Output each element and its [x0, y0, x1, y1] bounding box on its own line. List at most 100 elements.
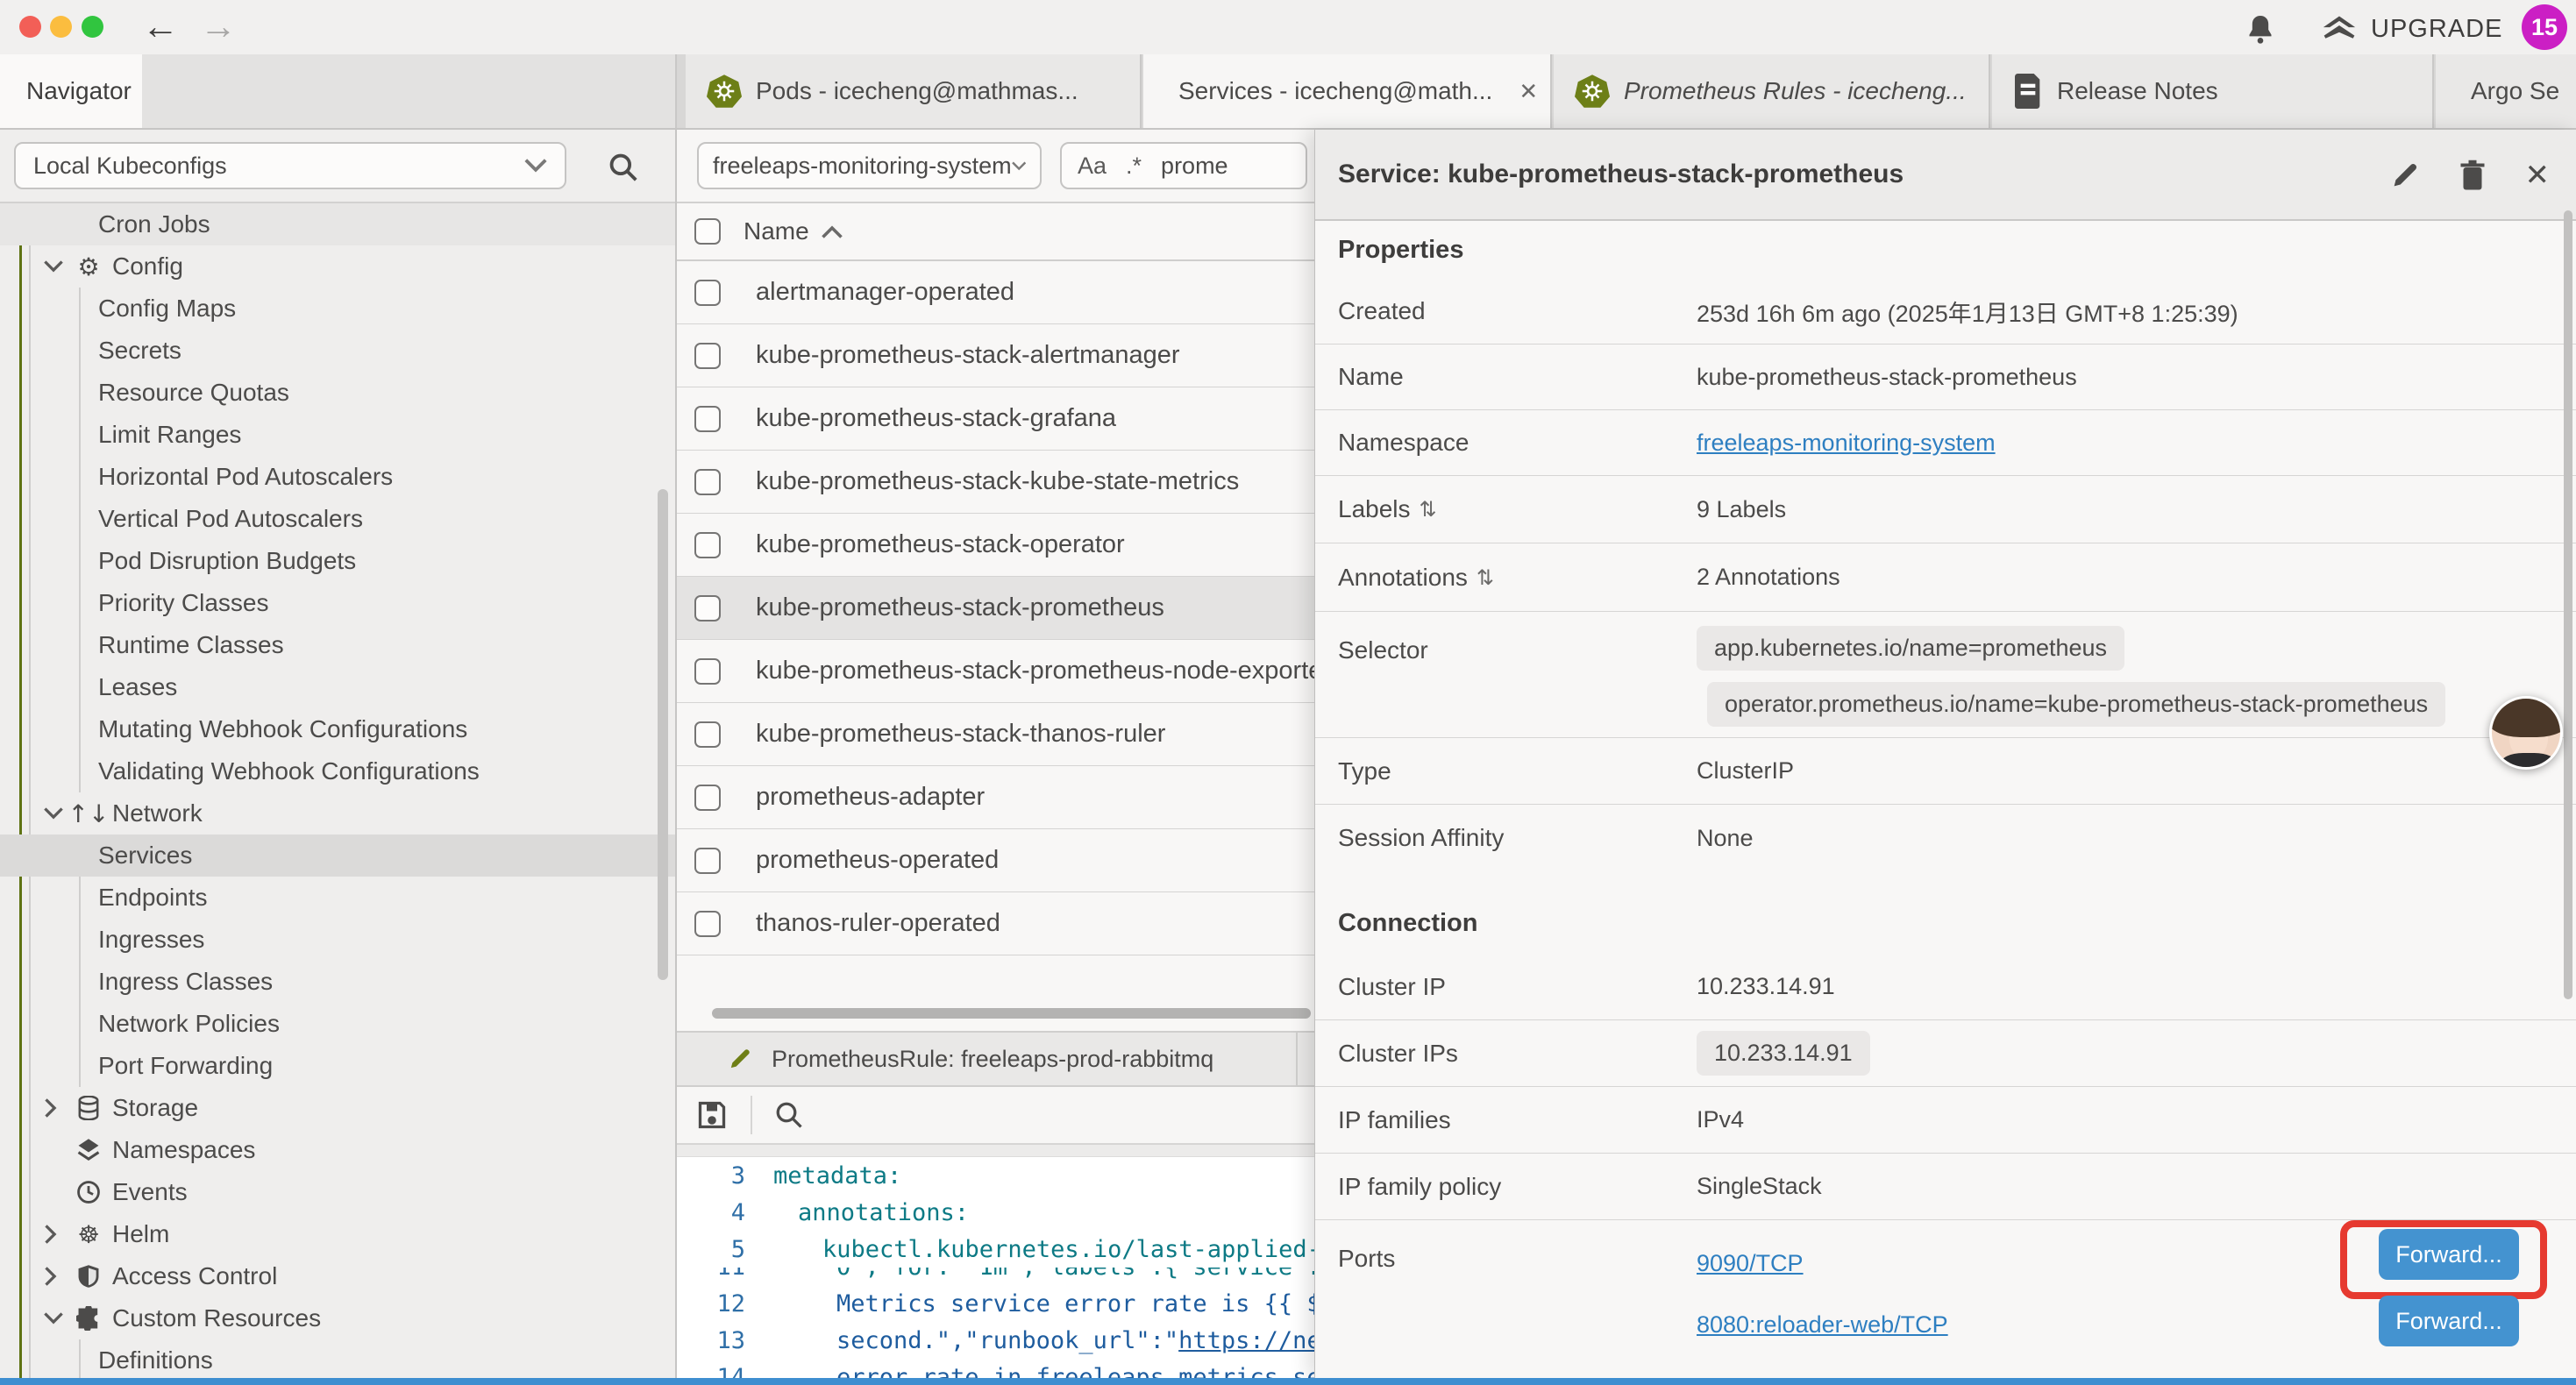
- sidebar-item-port-forwarding[interactable]: Port Forwarding: [0, 1045, 675, 1087]
- horizontal-scrollbar[interactable]: [712, 1008, 1311, 1019]
- tab-services[interactable]: Services - icecheng@math... ✕: [1143, 54, 1552, 128]
- save-icon[interactable]: [696, 1099, 728, 1131]
- service-row[interactable]: alertmanager-operated: [677, 261, 1314, 324]
- row-checkbox[interactable]: [694, 911, 721, 937]
- tab-release-notes[interactable]: Release Notes: [1992, 54, 2434, 128]
- service-row[interactable]: prometheus-adapter: [677, 766, 1314, 829]
- editor-tab-next[interactable]: [1301, 1033, 1314, 1085]
- list-search-input[interactable]: Aa .* prome: [1060, 142, 1307, 189]
- chevron-expanded-icon[interactable]: [44, 806, 63, 820]
- chevron-collapsed-icon[interactable]: [44, 1267, 58, 1286]
- service-row[interactable]: kube-prometheus-stack-prometheus-node-ex…: [677, 640, 1314, 703]
- user-avatar[interactable]: [2489, 696, 2563, 770]
- sidebar-item-config-maps[interactable]: Config Maps: [0, 288, 675, 330]
- sidebar-search-icon[interactable]: [607, 151, 640, 184]
- sidebar-item-leases[interactable]: Leases: [0, 666, 675, 708]
- tab-argo[interactable]: Argo Se: [2436, 54, 2576, 128]
- namespace-select[interactable]: freeleaps-monitoring-system: [697, 142, 1042, 189]
- name-column-header[interactable]: Name: [744, 217, 809, 245]
- row-checkbox[interactable]: [694, 658, 721, 685]
- row-checkbox[interactable]: [694, 469, 721, 495]
- row-checkbox[interactable]: [694, 848, 721, 874]
- sidebar-item-services[interactable]: Services: [0, 835, 675, 877]
- sidebar-item-helm[interactable]: ☸ Helm: [0, 1213, 675, 1255]
- service-row[interactable]: kube-prometheus-stack-grafana: [677, 387, 1314, 451]
- editor-search-icon[interactable]: [773, 1099, 805, 1131]
- zoom-window-button[interactable]: [82, 16, 103, 38]
- service-row[interactable]: thanos-ruler-operated: [677, 892, 1314, 955]
- detail-scrollbar[interactable]: [2564, 210, 2572, 999]
- sidebar-item-config[interactable]: ⚙ Config: [0, 245, 675, 288]
- sidebar-item-limit-ranges[interactable]: Limit Ranges: [0, 414, 675, 456]
- sidebar-item-runtime-classes[interactable]: Runtime Classes: [0, 624, 675, 666]
- sidebar-item-horizontal-pod-autoscalers[interactable]: Horizontal Pod Autoscalers: [0, 456, 675, 498]
- update-count-badge[interactable]: 15: [2522, 4, 2567, 50]
- sidebar-item-secrets[interactable]: Secrets: [0, 330, 675, 372]
- forward-button-9090[interactable]: Forward...: [2379, 1229, 2519, 1280]
- sidebar-item-resource-quotas[interactable]: Resource Quotas: [0, 372, 675, 414]
- regex-toggle[interactable]: .*: [1126, 153, 1142, 180]
- sidebar-item-network-policies[interactable]: Network Policies: [0, 1003, 675, 1045]
- sidebar-item-cron-jobs[interactable]: Cron Jobs: [0, 203, 675, 245]
- row-checkbox[interactable]: [694, 343, 721, 369]
- row-checkbox[interactable]: [694, 785, 721, 811]
- sidebar-item-ingresses[interactable]: Ingresses: [0, 919, 675, 961]
- sidebar-item-access-control[interactable]: Access Control: [0, 1255, 675, 1297]
- match-case-toggle[interactable]: Aa: [1078, 153, 1107, 180]
- row-checkbox[interactable]: [694, 721, 721, 748]
- service-row[interactable]: kube-prometheus-stack-operator: [677, 514, 1314, 577]
- chevron-collapsed-icon[interactable]: [44, 1098, 58, 1118]
- close-panel-icon[interactable]: ✕: [2525, 158, 2551, 193]
- service-row[interactable]: kube-prometheus-stack-thanos-ruler: [677, 703, 1314, 766]
- sidebar-item-custom-resources[interactable]: Custom Resources: [0, 1297, 675, 1339]
- chevron-collapsed-icon[interactable]: [44, 1225, 58, 1244]
- chevron-expanded-icon[interactable]: [44, 1311, 63, 1325]
- forward-arrow-icon[interactable]: →: [200, 5, 237, 47]
- sidebar-item-namespaces[interactable]: Namespaces: [0, 1129, 675, 1171]
- expand-arrows-icon[interactable]: ⇅: [1420, 497, 1437, 522]
- sidebar-item-endpoints[interactable]: Endpoints: [0, 877, 675, 919]
- select-all-checkbox[interactable]: [694, 218, 721, 245]
- chevron-expanded-icon[interactable]: [44, 259, 63, 273]
- namespace-link[interactable]: freeleaps-monitoring-system: [1697, 430, 1996, 456]
- tab-prometheus-rules[interactable]: Prometheus Rules - icecheng...: [1554, 54, 1990, 128]
- sidebar-item-mutating-webhook-configurations[interactable]: Mutating Webhook Configurations: [0, 708, 675, 750]
- expand-arrows-icon[interactable]: ⇅: [1477, 565, 1494, 590]
- sidebar-item-validating-webhook-configurations[interactable]: Validating Webhook Configurations: [0, 750, 675, 792]
- service-row[interactable]: kube-prometheus-stack-alertmanager: [677, 324, 1314, 387]
- row-checkbox[interactable]: [694, 406, 721, 432]
- sidebar-item-network[interactable]: ↑↓ Network: [0, 792, 675, 835]
- sidebar-item-events[interactable]: Events: [0, 1171, 675, 1213]
- kubeconfig-select[interactable]: Local Kubeconfigs: [14, 142, 566, 189]
- sidebar-item-pod-disruption-budgets[interactable]: Pod Disruption Budgets: [0, 540, 675, 582]
- notifications-bell-icon[interactable]: [2243, 11, 2278, 46]
- sidebar-scrollbar[interactable]: [658, 489, 668, 980]
- row-checkbox[interactable]: [694, 532, 721, 558]
- tab-pods[interactable]: Pods - icecheng@mathmas...: [686, 54, 1142, 128]
- minimize-window-button[interactable]: [50, 16, 72, 38]
- navigator-tab[interactable]: Navigator: [0, 54, 142, 128]
- editor-tab-prometheusrule[interactable]: PrometheusRule: freeleaps-prod-rabbitmq: [677, 1033, 1298, 1085]
- sort-asc-icon[interactable]: [822, 225, 843, 238]
- forward-button-8080[interactable]: Forward...: [2379, 1296, 2519, 1346]
- sidebar-item-storage[interactable]: Storage: [0, 1087, 675, 1129]
- port-link-8080[interactable]: 8080:reloader-web/TCP: [1697, 1311, 1948, 1339]
- yaml-editor[interactable]: 3metadata: 4annotations: 5kubectl.kubern…: [677, 1157, 1314, 1378]
- service-row-selected[interactable]: kube-prometheus-stack-prometheus: [677, 577, 1314, 640]
- port-link-9090[interactable]: 9090/TCP: [1697, 1250, 1804, 1277]
- service-row[interactable]: kube-prometheus-stack-kube-state-metrics: [677, 451, 1314, 514]
- ports-row: Ports 9090/TCP 8080:reloader-web/TCP For…: [1315, 1220, 2576, 1378]
- sidebar-item-definitions[interactable]: Definitions: [0, 1339, 675, 1378]
- upgrade-button[interactable]: UPGRADE: [2320, 11, 2502, 46]
- sidebar-item-ingress-classes[interactable]: Ingress Classes: [0, 961, 675, 1003]
- edit-pencil-icon[interactable]: [2390, 160, 2420, 190]
- back-arrow-icon[interactable]: ←: [142, 5, 179, 47]
- row-checkbox[interactable]: [694, 595, 721, 621]
- sidebar-item-priority-classes[interactable]: Priority Classes: [0, 582, 675, 624]
- sidebar-item-vertical-pod-autoscalers[interactable]: Vertical Pod Autoscalers: [0, 498, 675, 540]
- row-checkbox[interactable]: [694, 280, 721, 306]
- close-tab-icon[interactable]: ✕: [1519, 78, 1538, 105]
- service-row[interactable]: prometheus-operated: [677, 829, 1314, 892]
- delete-trash-icon[interactable]: [2459, 160, 2487, 191]
- close-window-button[interactable]: [19, 16, 41, 38]
